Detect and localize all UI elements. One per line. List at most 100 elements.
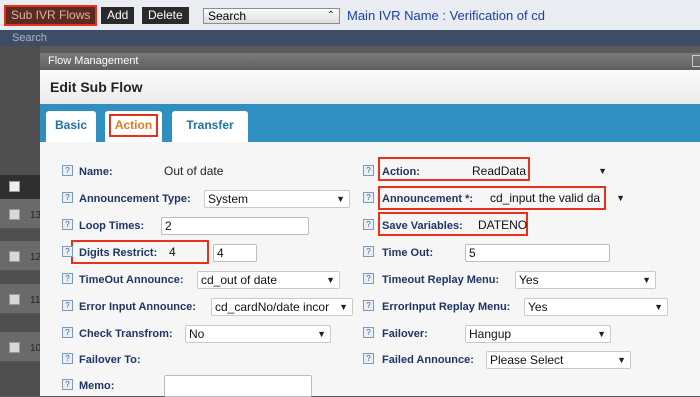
digits-restrict-label: Digits Restrict: [79,247,158,259]
tab-action-label: Action [108,114,159,137]
dropdown-arrow-icon: ▼ [598,166,607,176]
announcement-label: Announcement *: [382,193,474,205]
search-link[interactable]: Search [0,30,700,46]
digits-restrict-max-input[interactable]: 4 [213,244,257,262]
flow-management-dialog: Flow Management Edit Sub Flow Basic Acti… [40,53,700,397]
timeout-replay-menu-select[interactable]: Yes ▼ [515,271,656,289]
check-transfrom-label: Check Transfrom: [79,328,173,340]
save-variables-label: Save Variables: [382,220,463,232]
row-id: 11 [30,295,41,306]
sub-ivr-flows-button[interactable]: Sub IVR Flows [4,5,98,26]
row-checkbox[interactable] [9,342,20,353]
select-all-checkbox[interactable] [9,181,20,192]
help-icon[interactable]: ? [363,219,374,230]
help-icon[interactable]: ? [363,300,374,311]
help-icon[interactable]: ? [62,192,73,203]
failover-value: Hangup [469,327,512,341]
name-label: Name: [79,166,113,178]
errorinput-replay-menu-select[interactable]: Yes ▼ [524,298,668,316]
name-value: Out of date [164,164,224,178]
announcement-select[interactable]: cd_input the valid da ▼ [487,190,629,208]
help-icon[interactable]: ? [62,353,73,364]
failed-announce-label: Failed Announce: [382,354,474,366]
announcement-value: cd_input the valid da [490,191,601,205]
check-transfrom-value: No [189,327,205,341]
action-select[interactable]: ReadData ▼ [469,163,611,181]
search-select-value: Search [208,9,247,23]
tab-basic[interactable]: Basic [46,111,96,142]
error-input-announce-label: Error Input Announce: [79,301,196,313]
search-select[interactable]: Search ⌃ [203,8,340,24]
add-button[interactable]: Add [101,7,135,24]
help-icon[interactable]: ? [62,219,73,230]
table-row: 12 [0,241,41,271]
failover-select[interactable]: Hangup ▼ [465,325,611,343]
help-icon[interactable]: ? [363,165,374,176]
timeout-replay-menu-value: Yes [519,273,539,287]
help-icon[interactable]: ? [363,273,374,284]
failed-announce-value: Please Select [490,353,564,367]
help-icon[interactable]: ? [363,327,374,338]
action-label: Action: [382,166,420,178]
close-icon[interactable] [692,55,700,67]
dropdown-arrow-icon: ▼ [642,275,651,285]
error-input-announce-value: cd_cardNo/date incor [215,300,330,314]
announcement-type-select[interactable]: System ▼ [204,190,350,208]
row-checkbox[interactable] [9,294,20,305]
main-ivr-name: Main IVR Name : Verification of cd [347,8,545,23]
dropdown-arrow-icon: ▼ [597,329,606,339]
chevron-updown-icon: ⌃ [326,10,335,21]
row-checkbox[interactable] [9,251,20,262]
action-form: ? Name: Out of date ? Announcement Type:… [40,142,700,397]
table-header [0,175,40,199]
dropdown-arrow-icon: ▼ [326,275,335,285]
dropdown-arrow-icon: ▼ [617,355,626,365]
help-icon[interactable]: ? [363,192,374,203]
dropdown-arrow-icon: ▼ [317,329,326,339]
digits-restrict-min-input[interactable]: 4 [166,244,207,262]
help-icon[interactable]: ? [363,353,374,364]
errorinput-replay-menu-value: Yes [528,300,548,314]
help-icon[interactable]: ? [62,273,73,284]
table-row: 13 [0,199,41,229]
background-table: 13 12 11 10 [0,46,41,396]
announcement-type-label: Announcement Type: [79,193,191,205]
help-icon[interactable]: ? [62,246,73,257]
tab-action[interactable]: Action [105,111,162,142]
errorinput-replay-menu-label: ErrorInput Replay Menu: [382,301,511,313]
help-icon[interactable]: ? [363,246,374,257]
dialog-heading: Edit Sub Flow [40,70,700,104]
announcement-type-value: System [208,192,249,206]
table-row: 11 [0,284,40,314]
dropdown-arrow-icon: ▼ [654,302,663,312]
action-value: ReadData [472,164,527,178]
tab-transfer[interactable]: Transfer [172,111,248,142]
timeout-replay-menu-label: Timeout Replay Menu: [382,274,500,286]
timeout-announce-select[interactable]: cd_out of date ▼ [197,271,340,289]
failover-label: Failover: [382,328,428,340]
loop-times-label: Loop Times: [79,220,145,232]
help-icon[interactable]: ? [62,300,73,311]
save-variables-input[interactable]: DATENO [475,217,621,235]
memo-label: Memo: [79,380,115,392]
help-icon[interactable]: ? [62,165,73,176]
memo-textarea[interactable] [164,375,312,397]
timeout-announce-value: cd_out of date [201,273,278,287]
error-input-announce-select[interactable]: cd_cardNo/date incor ▼ [211,298,353,316]
delete-button[interactable]: Delete [142,7,189,24]
help-icon[interactable]: ? [62,379,73,390]
table-row: 10 [0,332,41,362]
loop-times-input[interactable]: 2 [161,217,309,235]
time-out-input[interactable]: 5 [465,244,610,262]
dropdown-arrow-icon: ▼ [336,194,345,204]
help-icon[interactable]: ? [62,327,73,338]
failed-announce-select[interactable]: Please Select ▼ [486,351,631,369]
dropdown-arrow-icon: ▼ [616,193,625,203]
dialog-title: Flow Management [40,53,700,70]
time-out-label: Time Out: [382,247,434,259]
row-checkbox[interactable] [9,209,20,220]
check-transfrom-select[interactable]: No ▼ [185,325,331,343]
tab-strip: Basic Action Transfer [40,104,700,142]
dropdown-arrow-icon: ▼ [339,302,348,312]
timeout-announce-label: TimeOut Announce: [79,274,184,286]
